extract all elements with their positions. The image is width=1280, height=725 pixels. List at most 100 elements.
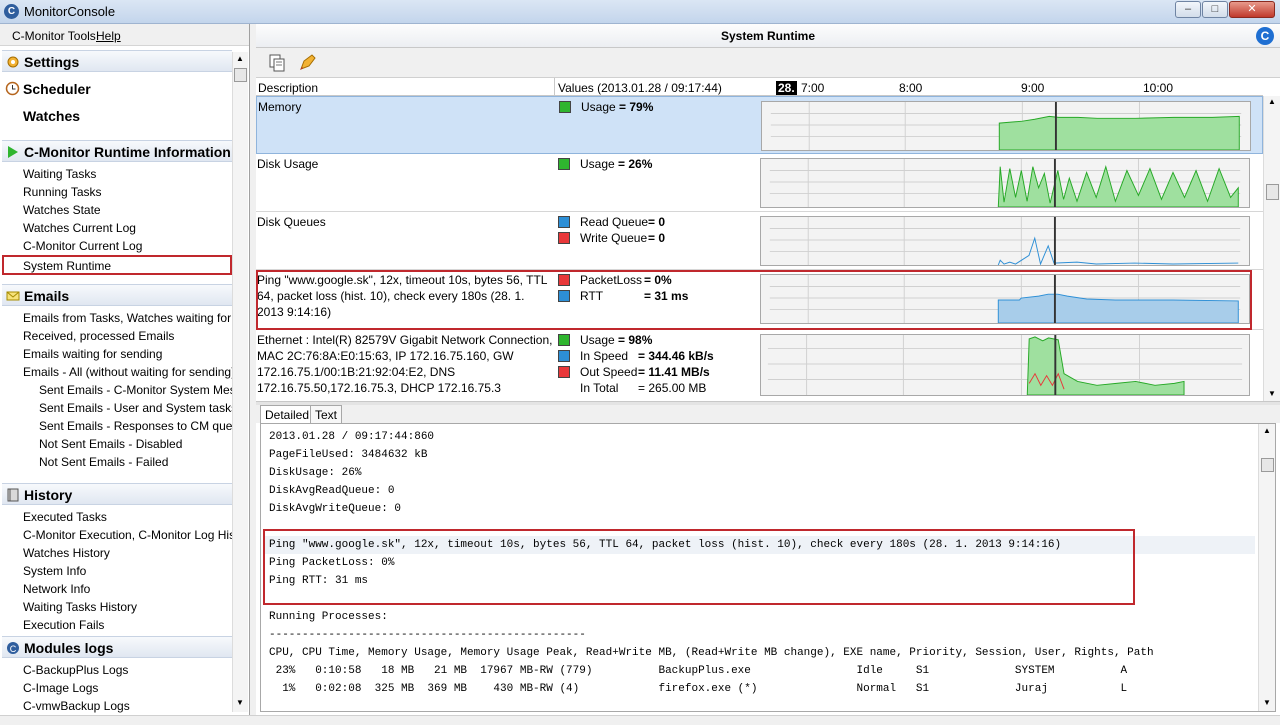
detail-text-pane[interactable]: 2013.01.28 / 09:17:44:860 PageFileUsed: … bbox=[260, 423, 1276, 712]
nav-watches-current-log[interactable]: Watches Current Log bbox=[23, 221, 233, 235]
nav-system-info[interactable]: System Info bbox=[23, 564, 233, 578]
menu-help[interactable]: Help bbox=[96, 29, 121, 43]
book-icon bbox=[7, 488, 19, 502]
scroll-down-arrow[interactable]: ▼ bbox=[1268, 389, 1276, 398]
sidebar-scrollbar[interactable]: ▲ ▼ bbox=[232, 52, 248, 712]
row-values: Usage = 26% bbox=[558, 156, 758, 172]
maximize-button[interactable]: □ bbox=[1202, 1, 1228, 18]
nav-cmonitor-current-log[interactable]: C-Monitor Current Log bbox=[23, 239, 233, 253]
col-description[interactable]: Description bbox=[258, 81, 318, 95]
disk-queues-chart bbox=[760, 216, 1250, 266]
column-header: Description Values (2013.01.28 / 09:17:4… bbox=[256, 78, 1263, 96]
nav-notsent-disabled[interactable]: Not Sent Emails - Disabled bbox=[39, 437, 232, 451]
nav-vmwbackup-logs[interactable]: C-vmwBackup Logs bbox=[23, 699, 233, 713]
value-in-total: In Total = 265.00 MB bbox=[580, 381, 707, 395]
menu-bar: C-Monitor Tools Help bbox=[0, 24, 249, 46]
nav-watches-state[interactable]: Watches State bbox=[23, 203, 233, 217]
envelope-icon bbox=[6, 291, 20, 301]
value-write-queue: Write Queue = 0 bbox=[558, 230, 758, 246]
col-divider[interactable] bbox=[554, 78, 555, 96]
highlight-pen-icon[interactable] bbox=[296, 52, 318, 74]
value-read-queue: Read Queue = 0 bbox=[558, 214, 758, 230]
detail-line: 2013.01.28 / 09:17:44:860 bbox=[269, 431, 435, 443]
scroll-up-arrow[interactable]: ▲ bbox=[1268, 97, 1276, 106]
nav-executed-tasks[interactable]: Executed Tasks bbox=[23, 510, 233, 524]
detail-line: DiskAvgReadQueue: 0 bbox=[269, 485, 395, 497]
nav-watches-history[interactable]: Watches History bbox=[23, 546, 233, 560]
modules-header[interactable]: C Modules logs bbox=[2, 636, 232, 658]
minimize-button[interactable]: – bbox=[1175, 1, 1201, 18]
nav-system-runtime[interactable]: System Runtime bbox=[23, 259, 233, 273]
row-disk-queues[interactable]: Disk Queues Read Queue = 0 Write Queue = 0 bbox=[256, 212, 1263, 270]
detail-scroll-thumb[interactable] bbox=[1261, 458, 1274, 472]
row-description: Ethernet : Intel(R) 82579V Gigabit Netwo… bbox=[257, 333, 553, 395]
nav-notsent-failed[interactable]: Not Sent Emails - Failed bbox=[39, 455, 232, 469]
nav-emails-received[interactable]: Received, processed Emails bbox=[23, 329, 233, 343]
time-800: 8:00 bbox=[899, 81, 923, 95]
emails-title: Emails bbox=[24, 288, 70, 304]
nav-emails-waiting[interactable]: Emails waiting for sending bbox=[23, 347, 233, 361]
menu-tools[interactable]: C-Monitor Tools bbox=[12, 29, 96, 43]
nav-sent-responses[interactable]: Sent Emails - Responses to CM queries bbox=[39, 419, 232, 433]
chart-list-scroll-thumb[interactable] bbox=[1266, 184, 1279, 200]
nav-emails-all[interactable]: Emails - All (without waiting for sendin… bbox=[23, 365, 233, 379]
sidebar-scroll-thumb[interactable] bbox=[234, 68, 247, 82]
nav-watches[interactable]: Watches bbox=[23, 108, 80, 124]
nav-system-runtime-highlight[interactable]: System Runtime bbox=[2, 255, 232, 275]
col-values[interactable]: Values (2013.01.28 / 09:17:44) bbox=[558, 81, 722, 95]
value-usage: Usage = 26% bbox=[558, 156, 758, 172]
modules-icon: C bbox=[7, 642, 19, 654]
nav-waiting-tasks[interactable]: Waiting Tasks bbox=[23, 167, 233, 181]
nav-image-logs[interactable]: C-Image Logs bbox=[23, 681, 233, 695]
nav-sent-user[interactable]: Sent Emails - User and System tasks Resu… bbox=[39, 401, 232, 415]
chart-list-scrollbar[interactable]: ▲ ▼ bbox=[1263, 96, 1280, 401]
scroll-down-arrow[interactable]: ▼ bbox=[236, 698, 244, 707]
history-header[interactable]: History bbox=[2, 483, 232, 505]
nav-network-info[interactable]: Network Info bbox=[23, 582, 233, 596]
nav-backupplus-logs[interactable]: C-BackupPlus Logs bbox=[23, 663, 233, 677]
tab-detailed[interactable]: Detailed bbox=[260, 405, 315, 423]
row-ethernet[interactable]: Ethernet : Intel(R) 82579V Gigabit Netwo… bbox=[256, 330, 1263, 401]
time-700: 7:00 bbox=[801, 81, 825, 95]
window-title-bar: C MonitorConsole – □ ✕ bbox=[0, 0, 1280, 24]
scroll-up-arrow[interactable]: ▲ bbox=[1263, 426, 1271, 435]
row-description: Memory bbox=[258, 100, 302, 114]
nav-waiting-tasks-history[interactable]: Waiting Tasks History bbox=[23, 600, 233, 614]
scroll-up-arrow[interactable]: ▲ bbox=[236, 54, 244, 63]
toolbar bbox=[256, 48, 1280, 78]
history-title: History bbox=[24, 487, 73, 503]
disk-usage-chart bbox=[760, 158, 1250, 208]
nav-sent-system[interactable]: Sent Emails - C-Monitor System Messages bbox=[39, 383, 232, 397]
ethernet-chart bbox=[760, 334, 1250, 396]
panel-header: System Runtime C bbox=[256, 24, 1280, 48]
close-button[interactable]: ✕ bbox=[1229, 1, 1275, 18]
detail-line: 1% 0:02:08 325 MB 369 MB 430 MB-RW (4) f… bbox=[269, 683, 1128, 695]
nav-emails-waiting-tasks[interactable]: Emails from Tasks, Watches waiting for s… bbox=[23, 311, 233, 325]
system-runtime-panel: System Runtime C Description Values (201… bbox=[256, 24, 1280, 715]
play-icon bbox=[8, 146, 18, 158]
detail-tabs: Detailed Text bbox=[256, 405, 1280, 423]
nav-scheduler[interactable]: Scheduler bbox=[23, 81, 91, 97]
scroll-down-arrow[interactable]: ▼ bbox=[1263, 698, 1271, 707]
ping-detail-highlight bbox=[263, 529, 1135, 605]
app-icon: C bbox=[4, 4, 19, 19]
nav-execution-history[interactable]: C-Monitor Execution, C-Monitor Log Histo… bbox=[23, 528, 233, 542]
value-usage: Usage = 98% bbox=[558, 332, 758, 348]
runtime-title: C-Monitor Runtime Information bbox=[24, 144, 231, 160]
tab-text[interactable]: Text bbox=[310, 405, 343, 423]
nav-running-tasks[interactable]: Running Tasks bbox=[23, 185, 233, 199]
clock-icon bbox=[5, 81, 20, 96]
row-values: Usage = 98% In Speed = 344.46 kB/s Out Spe… bbox=[558, 332, 758, 396]
detail-line: 23% 0:10:58 18 MB 21 MB 17967 MB-RW (779… bbox=[269, 665, 1128, 677]
detail-line: Running Processes: bbox=[269, 611, 388, 623]
row-memory[interactable]: Memory Usage = 79% bbox=[256, 96, 1263, 154]
emails-header[interactable]: Emails bbox=[2, 284, 232, 306]
row-disk-usage[interactable]: Disk Usage Usage = 26% bbox=[256, 154, 1263, 212]
copy-icon[interactable] bbox=[266, 52, 288, 74]
cmonitor-logo-icon: C bbox=[1256, 27, 1274, 45]
row-values: Read Queue = 0 Write Queue = 0 bbox=[558, 214, 758, 246]
nav-execution-fails[interactable]: Execution Fails bbox=[23, 618, 233, 632]
settings-header[interactable]: Settings bbox=[2, 50, 232, 72]
runtime-header[interactable]: C-Monitor Runtime Information bbox=[2, 140, 232, 162]
detail-scrollbar[interactable]: ▲ ▼ bbox=[1258, 424, 1275, 711]
